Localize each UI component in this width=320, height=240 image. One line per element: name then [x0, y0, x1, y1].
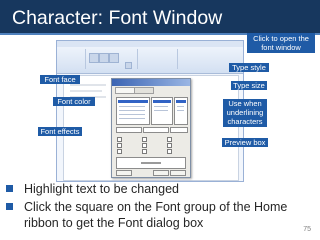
ribbon-group-font [85, 49, 138, 69]
font-preview-box [116, 157, 186, 169]
callout-font-effects: Font effects [38, 127, 82, 136]
font-color-select[interactable] [116, 127, 142, 133]
list-item[interactable] [177, 110, 184, 111]
list-item[interactable] [118, 100, 148, 103]
tab-character-spacing[interactable] [134, 87, 154, 94]
effect-checkbox[interactable] [142, 149, 147, 154]
bullet-icon [6, 203, 13, 210]
tab-font[interactable] [115, 87, 135, 94]
type-size-list[interactable] [174, 97, 188, 125]
font-dialog-launcher-button[interactable] [125, 62, 132, 69]
bullet-icon [6, 185, 13, 192]
preview-sample-text [141, 162, 161, 164]
bold-button[interactable] [89, 53, 99, 63]
list-item[interactable] [153, 100, 171, 103]
effect-checkbox[interactable] [142, 137, 147, 142]
callout-open-font-window: Click to open the font window [247, 33, 315, 53]
list-item[interactable] [154, 106, 168, 107]
callout-font-color: Font color [53, 97, 95, 106]
document-text-line [70, 84, 106, 86]
list-item[interactable] [119, 110, 145, 111]
list-item[interactable] [176, 100, 186, 103]
list-item[interactable] [177, 106, 184, 107]
underline-button[interactable] [109, 53, 119, 63]
effect-checkbox[interactable] [167, 143, 172, 148]
effect-checkbox[interactable] [142, 143, 147, 148]
callout-type-style: Type style [229, 63, 269, 72]
effect-checkbox[interactable] [167, 149, 172, 154]
word-screenshot [56, 40, 244, 182]
list-item[interactable] [119, 106, 145, 107]
title-bar: Character: Font Window [0, 0, 320, 33]
underline-color-select[interactable] [170, 127, 188, 133]
effect-checkbox[interactable] [167, 137, 172, 142]
slide: Character: Font Window Click to open the… [0, 0, 320, 240]
callout-font-face: Font face [40, 75, 80, 84]
type-style-list[interactable] [151, 97, 173, 125]
callout-preview-box: Preview box [222, 138, 268, 147]
callout-type-size: Type size [231, 81, 267, 90]
slide-title: Character: Font Window [12, 7, 223, 29]
ribbon-group-paragraph [137, 49, 178, 69]
page-number: 75 [303, 226, 311, 233]
list-item[interactable] [119, 118, 145, 119]
list-item[interactable] [119, 114, 145, 115]
effect-checkbox[interactable] [117, 143, 122, 148]
italic-button[interactable] [99, 53, 109, 63]
callout-underlining: Use when underlining characters [223, 99, 267, 127]
document-text-line [70, 90, 102, 92]
font-face-list[interactable] [116, 97, 150, 125]
list-item[interactable] [154, 110, 168, 111]
bullet-item: Click the square on the Font group of th… [24, 200, 288, 230]
ok-button[interactable] [153, 170, 169, 176]
bullet-item: Highlight text to be changed [24, 182, 179, 196]
effect-checkbox[interactable] [117, 137, 122, 142]
cancel-button[interactable] [170, 170, 186, 176]
font-dialog-title-bar [112, 79, 190, 86]
font-dialog [111, 78, 191, 178]
default-button[interactable] [116, 170, 132, 176]
underline-style-select[interactable] [143, 127, 169, 133]
home-ribbon [57, 47, 243, 74]
effect-checkbox[interactable] [117, 149, 122, 154]
ribbon-group-clipboard [57, 49, 86, 69]
document-page [63, 75, 239, 181]
